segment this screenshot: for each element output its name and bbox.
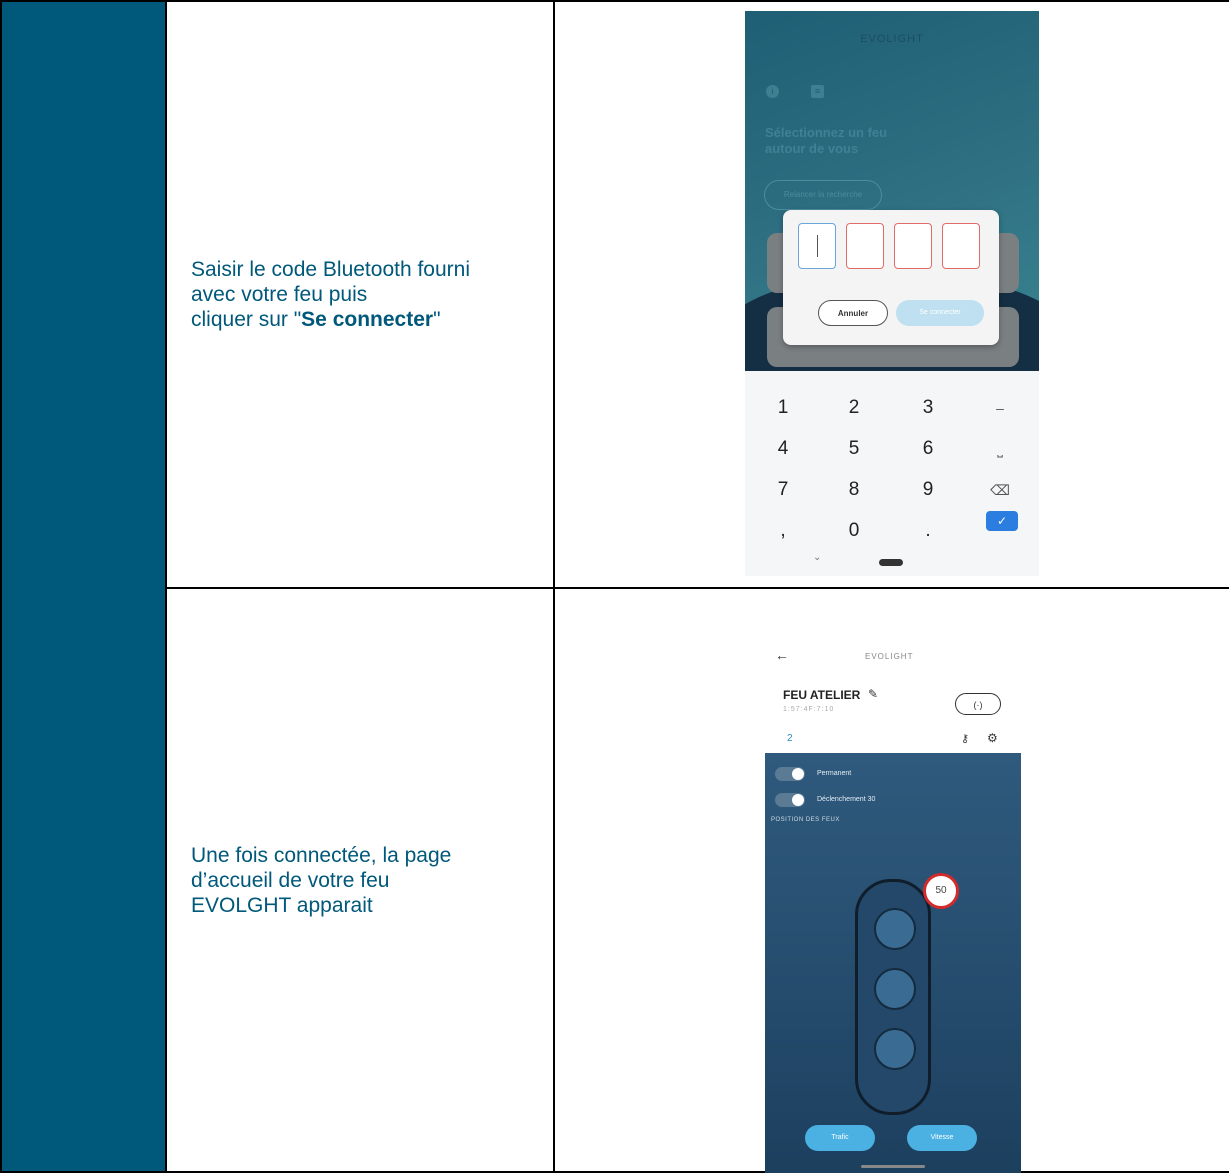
key-space[interactable]: ⎵ [980,434,1020,464]
step-text-cell: Une fois connectée, la page d’accueil de… [165,587,555,1173]
heading-line: Sélectionnez un feu [765,125,888,140]
key-comma[interactable]: , [763,516,803,546]
toggle-knob [792,794,804,806]
key-2[interactable]: 2 [834,393,874,423]
home-pill[interactable] [879,559,903,566]
toggle-label: Permanent [817,770,852,777]
key-7[interactable]: 7 [763,475,803,505]
key-1[interactable]: 1 [763,393,803,423]
toggle-trigger[interactable] [775,793,805,807]
step-line: Saisir le code Bluetooth fourni [191,258,470,281]
code-dialog: Annuler Se connecter [783,210,999,345]
search-heading: Sélectionnez un feu autour de vous [765,125,965,157]
step-line: avec votre feu puis [191,283,368,306]
key-8[interactable]: 8 [834,475,874,505]
text-caret [817,235,818,257]
section-caption: POSITION DES FEUX [771,817,840,823]
toggle-permanent[interactable] [775,767,805,781]
toggle-label: Déclenchement 30 [817,796,876,803]
done-key[interactable]: ✓ [986,511,1018,531]
heading-line: autour de vous [765,141,859,156]
relaunch-search-button[interactable]: Relancer la recherche [764,180,882,210]
key-3[interactable]: 3 [908,393,948,423]
key-9[interactable]: 9 [908,475,948,505]
speed-button[interactable]: Vitesse [907,1125,977,1151]
light-control-panel: Permanent Déclenchement 30 POSITION DES … [765,753,1021,1173]
step-instruction: Saisir le code Bluetooth fourni avec vot… [167,257,553,332]
connect-button[interactable]: Se connecter [896,300,984,326]
code-digit-input[interactable] [846,223,884,269]
app-brand: EVOLIGHT [860,33,924,45]
system-nav-bar: ⌄ [745,546,1039,576]
back-arrow-icon[interactable]: ← [775,647,789,663]
connection-icon[interactable]: (·) [955,693,1001,715]
app-brand: EVOLIGHT [865,652,914,661]
step-line-bold: Se connecter [301,308,434,331]
backspace-key[interactable]: ⌫ [980,475,1020,505]
toggle-knob [792,768,804,780]
step-line-suffix: " [433,308,441,331]
code-digit-input[interactable] [798,223,836,269]
traffic-light[interactable] [855,879,931,1115]
lamp-middle[interactable] [874,968,916,1010]
gear-icon[interactable]: ⚙ [987,731,998,745]
phone-screenshot-code-entry: EVOLIGHT i ≡ Sélectionnez un feu autour … [745,11,1039,576]
code-digit-input[interactable] [942,223,980,269]
device-name: FEU ATELIER [783,688,861,702]
key-minus[interactable]: – [980,393,1020,423]
step-text-cell: Saisir le code Bluetooth fourni avec vot… [165,0,555,589]
key-period[interactable]: . [908,516,948,546]
step-line: EVOLGHT apparait [191,893,373,917]
accent-sidebar [0,0,167,1173]
phone-screenshot-home: ← EVOLIGHT FEU ATELIER ✎ 1:57:4F:7:10 (·… [765,633,1021,1173]
cancel-button[interactable]: Annuler [818,300,888,326]
speed-limit-sign[interactable]: 50 [923,873,959,909]
lamp-bottom[interactable] [874,1028,916,1070]
step-line: d’accueil de votre feu [191,868,390,892]
instruction-table: Saisir le code Bluetooth fourni avec vot… [0,0,1229,1173]
step-instruction: Une fois connectée, la page d’accueil de… [167,843,553,918]
chevron-down-icon[interactable]: ⌄ [813,552,821,563]
traffic-button[interactable]: Trafic [805,1125,875,1151]
key-icon[interactable]: ⚷ [961,732,969,745]
edit-pencil-icon[interactable]: ✎ [868,687,878,701]
key-5[interactable]: 5 [834,434,874,464]
lamp-top[interactable] [874,908,916,950]
key-6[interactable]: 6 [908,434,948,464]
device-id: 1:57:4F:7:10 [783,706,835,713]
code-digit-input[interactable] [894,223,932,269]
home-indicator [861,1165,925,1168]
numeric-keyboard: 1 2 3 – 4 5 6 ⎵ 7 8 9 ⌫ , 0 . ✓ [745,371,1039,546]
step-line-prefix: cliquer sur " [191,308,302,331]
key-4[interactable]: 4 [763,434,803,464]
step-line: Une fois connectée, la page [191,843,452,867]
info-icon[interactable]: i [766,85,779,98]
device-count: 2 [787,733,793,744]
key-0[interactable]: 0 [834,516,874,546]
document-icon[interactable]: ≡ [811,85,824,98]
